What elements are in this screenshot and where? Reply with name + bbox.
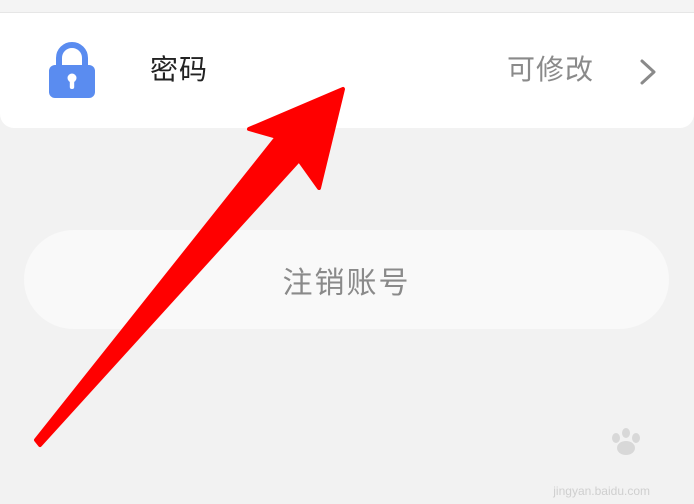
top-divider	[0, 0, 694, 13]
lock-icon	[49, 42, 95, 98]
watermark-url: jingyan.baidu.com	[553, 484, 650, 498]
cancel-account-label: 注销账号	[282, 265, 411, 301]
baidu-jingyan-watermark	[612, 428, 640, 455]
chevron-right-icon	[640, 59, 656, 85]
password-label: 密码	[150, 53, 209, 86]
password-setting-row[interactable]: 密码 可修改	[0, 13, 694, 128]
cancel-account-button[interactable]: 注销账号	[24, 230, 669, 329]
password-status: 可修改	[507, 53, 595, 86]
